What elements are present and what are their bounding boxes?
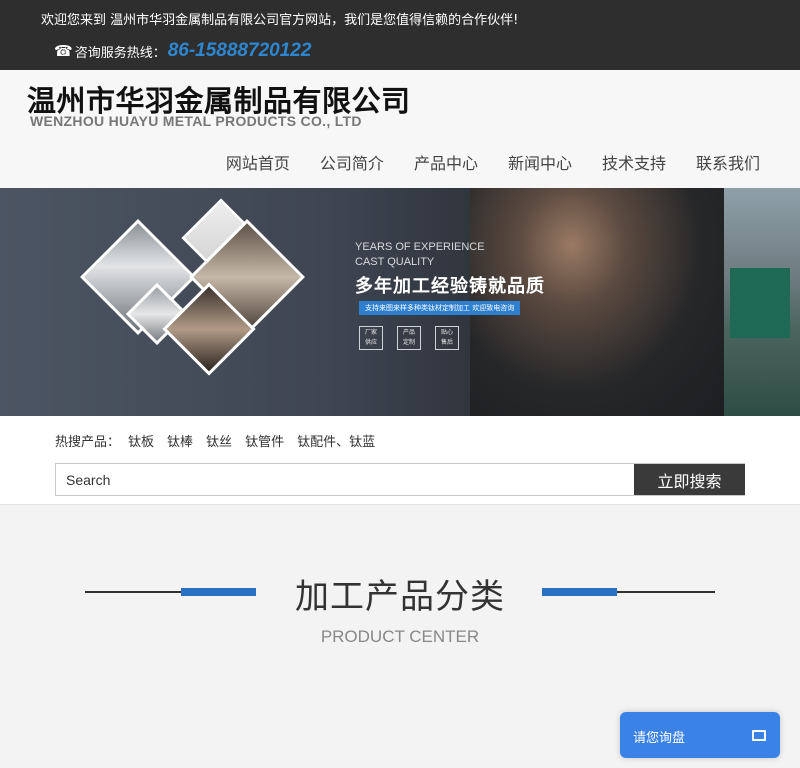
banner-slogan-en: YEARS OF EXPERIENCE CAST QUALITY <box>355 240 485 270</box>
search-box: 立即搜索 <box>55 463 745 496</box>
nav-item-about[interactable]: 公司简介 <box>320 150 384 174</box>
nav-item-home[interactable]: 网站首页 <box>226 150 290 174</box>
hot-search: 热搜产品： 钛板 钛棒 钛丝 钛管件 钛配件、钛蓝 <box>55 431 388 450</box>
banner-slogan-en-line2: CAST QUALITY <box>355 256 435 268</box>
banner-badge: 贴心 售后 <box>435 326 459 350</box>
section-title: 加工产品分类 <box>295 577 505 617</box>
divider-line <box>617 591 715 593</box>
inquiry-chat-button[interactable]: 请您询盘 <box>620 712 780 758</box>
search-button[interactable]: 立即搜索 <box>634 464 745 495</box>
banner-slogan-cn: 多年加工经验铸就品质 <box>355 276 545 297</box>
logo-company-name-en: WENZHOU HUAYU METAL PRODUCTS CO., LTD <box>30 113 362 129</box>
badge-line: 供应 <box>364 339 377 346</box>
hotline-label: 咨询服务热线： <box>74 45 166 61</box>
nav-item-support[interactable]: 技术支持 <box>602 150 666 174</box>
hotline-number[interactable]: 86-15888720122 <box>168 40 312 62</box>
welcome-text: 欢迎您来到 温州市华羽金属制品有限公司官方网站，我们是您值得信赖的合作伙伴! <box>41 13 519 28</box>
search-area: 热搜产品： 钛板 钛棒 钛丝 钛管件 钛配件、钛蓝 立即搜索 <box>0 416 800 505</box>
badge-line: 产品 <box>402 329 415 336</box>
badge-line: 售后 <box>440 339 453 346</box>
badge-line: 贴心 <box>440 329 453 336</box>
badge-line: 厂家 <box>364 329 377 336</box>
hero-banner[interactable]: YEARS OF EXPERIENCE CAST QUALITY 多年加工经验铸… <box>0 188 800 416</box>
hotline: ☎ 咨询服务热线： 86-15888720122 <box>54 40 311 62</box>
nav-item-news[interactable]: 新闻中心 <box>508 150 572 174</box>
hot-search-item[interactable]: 钛板 <box>128 431 154 450</box>
site-header: 温州市华羽金属制品有限公司 WENZHOU HUAYU METAL PRODUC… <box>0 70 800 188</box>
chat-label: 请您询盘 <box>633 731 686 746</box>
hot-search-label: 热搜产品： <box>55 435 121 450</box>
nav-item-products[interactable]: 产品中心 <box>414 150 478 174</box>
hot-search-item[interactable]: 钛棒 <box>167 431 193 450</box>
phone-icon: ☎ <box>54 42 73 60</box>
badge-line: 定制 <box>402 339 415 346</box>
banner-machine-image <box>730 268 790 338</box>
search-input[interactable] <box>56 464 634 495</box>
main-nav: 网站首页 公司简介 产品中心 新闻中心 技术支持 联系我们 <box>196 150 760 174</box>
divider-accent <box>542 588 617 596</box>
banner-tagline: 支持来图来样多种类钛材定制加工 欢迎致电咨询 <box>359 301 521 315</box>
hot-search-item[interactable]: 钛配件、钛蓝 <box>297 431 375 450</box>
banner-badge: 产品 定制 <box>397 326 421 350</box>
hot-search-item[interactable]: 钛管件 <box>245 431 284 450</box>
banner-badge: 厂家 供应 <box>359 326 383 350</box>
top-bar: 欢迎您来到 温州市华羽金属制品有限公司官方网站，我们是您值得信赖的合作伙伴! ☎… <box>0 0 800 70</box>
banner-slogan-en-line1: YEARS OF EXPERIENCE <box>355 241 485 253</box>
hot-search-item[interactable]: 钛丝 <box>206 431 232 450</box>
nav-item-contact[interactable]: 联系我们 <box>696 150 760 174</box>
chat-window-icon <box>752 730 766 741</box>
section-subtitle: PRODUCT CENTER <box>320 627 480 646</box>
